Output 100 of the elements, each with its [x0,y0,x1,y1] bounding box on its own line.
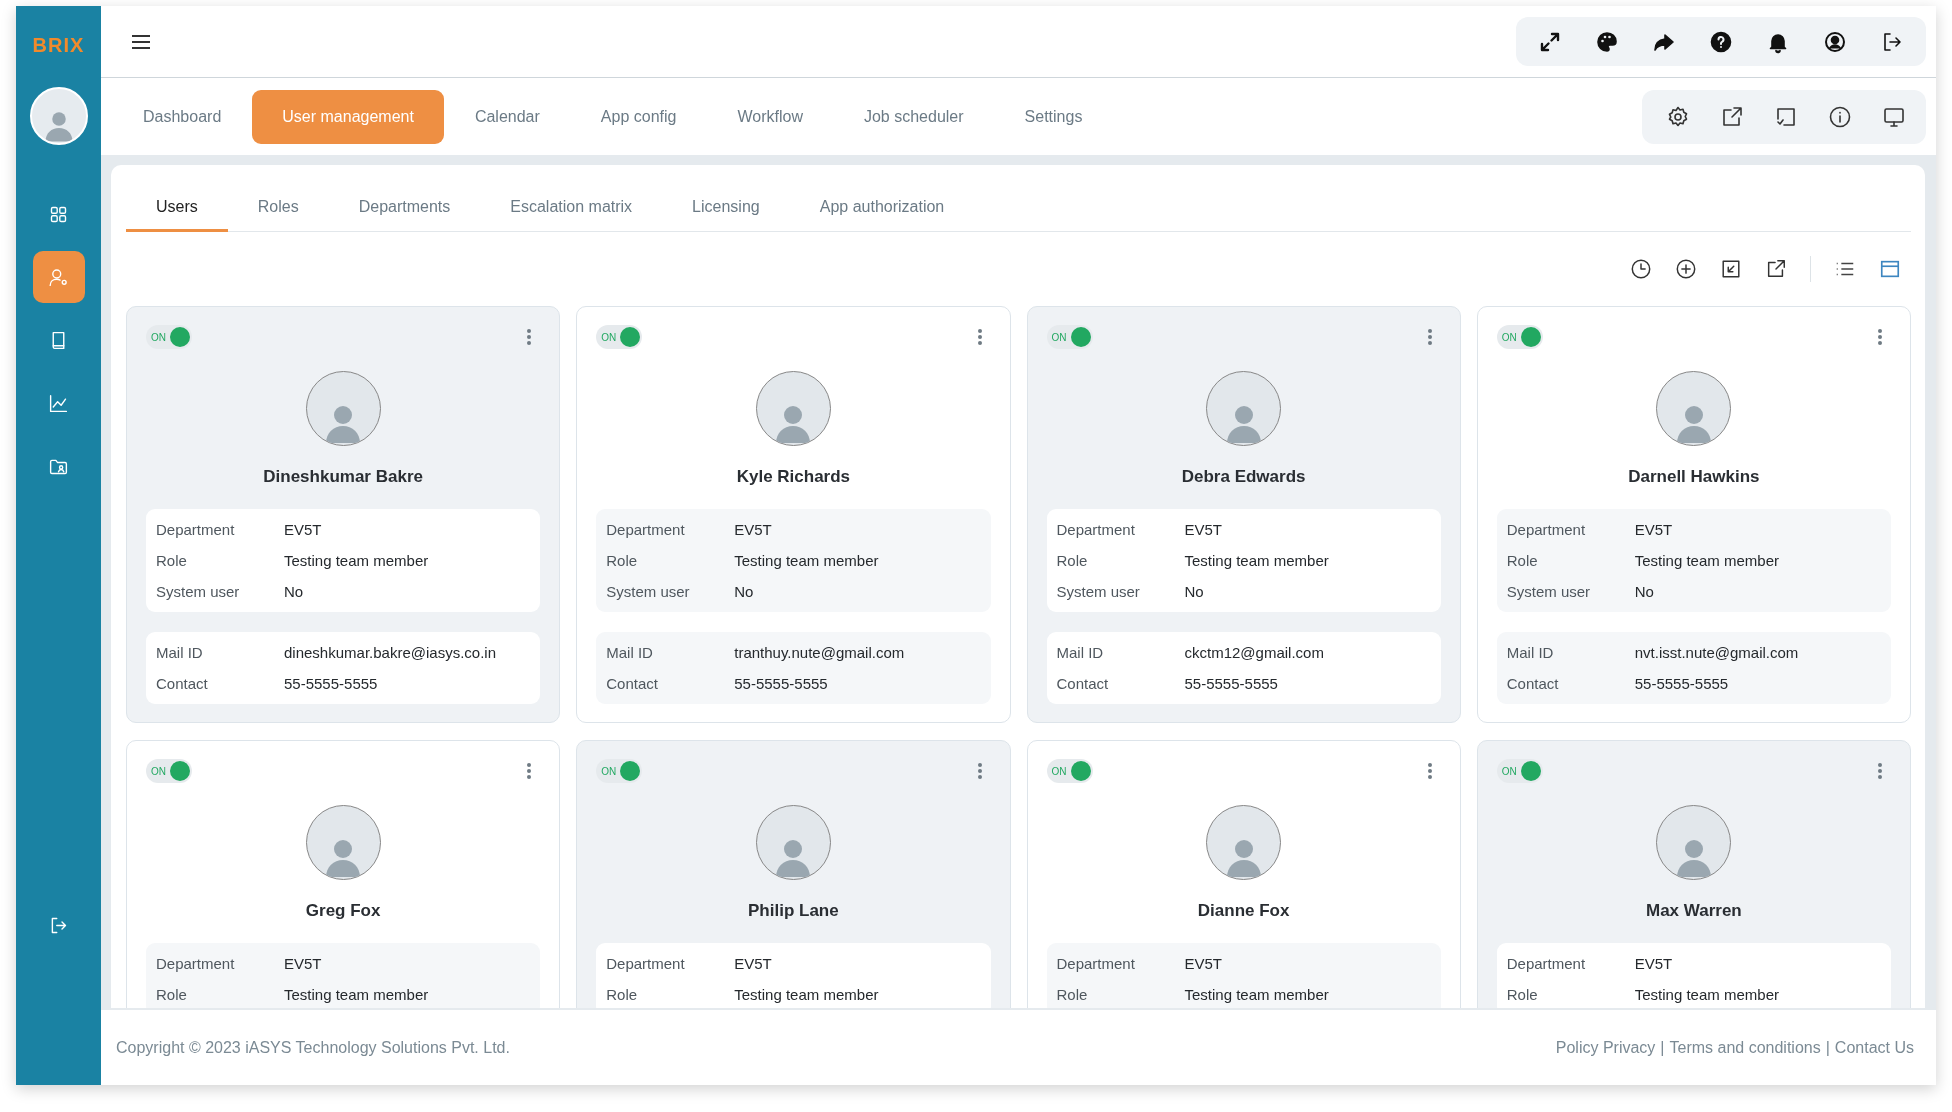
field-label: Contact [1506,675,1560,692]
field-label: Department [156,955,236,972]
status-toggle[interactable]: ON [1496,759,1543,783]
nav-tab[interactable]: Calendar [444,89,570,144]
external-link-icon[interactable] [1720,104,1744,129]
copyright-text: Copyright © 2023 iASYS Technology Solutions Pvt. Ltd. [116,1038,510,1057]
field-label: Role [156,552,188,569]
external-link-icon[interactable] [1765,258,1787,280]
sidebar-item[interactable] [32,251,85,303]
field-label: Department [606,955,686,972]
field-label: Role [1506,986,1539,1003]
sub-tab[interactable]: Roles [227,198,329,232]
field-value: EV5T [1634,955,1674,972]
user-gear-icon[interactable] [48,266,69,288]
kebab-icon [1426,762,1433,780]
footer-link[interactable]: Contact Us [1834,1038,1914,1057]
clock-icon[interactable] [1630,258,1652,280]
status-toggle[interactable]: ON [146,325,192,349]
field-value: nvt.isst.nute@gmail.com [1634,644,1800,661]
sub-tab[interactable]: Users [126,198,228,232]
field-value: EV5T [1634,521,1674,538]
user-name: Debra Edwards [1180,466,1307,488]
nav-tab[interactable]: Workflow [707,89,833,144]
nav-tab[interactable]: App config [570,89,707,144]
user-name: Dianne Fox [1196,900,1291,922]
card-view-icon [1879,258,1901,280]
card-view-button[interactable] [1879,258,1901,280]
user-name: Greg Fox [304,900,382,922]
field-label: Mail ID [1056,644,1105,661]
field-label: Mail ID [156,644,204,661]
footer-link[interactable]: Policy Privacy [1555,1038,1656,1057]
sub-tab[interactable]: Departments [328,198,481,232]
status-toggle[interactable]: ON [1046,325,1093,349]
profile-avatar[interactable] [29,87,88,145]
field-value: dineshkumar.bakre@iasys.co.in [284,644,497,661]
field-label: Department [1506,521,1587,538]
status-toggle[interactable]: ON [596,325,643,349]
help-icon[interactable] [1709,29,1733,54]
field-value: No [1184,583,1205,600]
account-icon[interactable] [1823,29,1847,54]
kebab-icon [1877,328,1883,346]
field-label: Department [1506,955,1587,972]
kebab-icon [526,328,533,346]
nav-tab[interactable]: User management [252,89,444,144]
field-value: Testing team member [734,552,880,569]
field-label: System user [1056,583,1141,600]
link-separator: | [1825,1038,1830,1057]
field-label: Department [1056,521,1136,538]
status-toggle[interactable]: ON [146,759,192,783]
status-toggle[interactable]: ON [1046,759,1093,783]
field-label: Role [1056,986,1089,1003]
field-label: Contact [1056,675,1110,692]
settings-icon[interactable] [1666,104,1690,129]
user-name: Dineshkumar Bakre [262,466,424,488]
footer-link[interactable]: Terms and conditions [1669,1038,1821,1057]
field-value: EV5T [734,521,773,538]
status-toggle[interactable]: ON [596,759,643,783]
field-value: 55-5555-5555 [1184,675,1279,692]
info-icon[interactable] [1828,104,1852,129]
menu-icon [131,33,151,50]
user-name: Philip Lane [747,900,840,922]
chart-icon[interactable] [48,392,69,414]
link-separator: | [1660,1038,1665,1057]
field-value: Testing team member [734,986,880,1003]
field-label: Role [1056,552,1089,569]
field-label: System user [1506,583,1592,600]
kebab-icon [976,328,983,346]
sub-tab[interactable]: Licensing [662,198,790,232]
nav-tab[interactable]: Settings [994,89,1113,144]
logo: BRIX [32,34,85,57]
field-value: Testing team member [284,552,430,569]
sub-tab[interactable]: Escalation matrix [480,198,663,232]
field-value: No [1634,583,1655,600]
field-label: Role [156,986,188,1003]
field-label: Mail ID [606,644,654,661]
user-name: Max Warren [1645,900,1743,922]
import-icon[interactable] [1720,258,1742,280]
field-value: tranthuy.nute@gmail.com [734,644,906,661]
field-label: Contact [156,675,209,692]
kebab-icon [526,762,533,780]
field-value: EV5T [1184,955,1223,972]
field-label: Role [1506,552,1539,569]
palette-icon[interactable] [1595,29,1619,54]
field-value: EV5T [734,955,773,972]
field-value: EV5T [284,955,323,972]
nav-tab[interactable]: Dashboard [113,89,252,144]
kebab-icon [1426,328,1433,346]
field-label: Role [606,986,639,1003]
sub-tab[interactable]: App authorization [789,198,975,232]
field-label: Contact [606,675,659,692]
user-name: Darnell Hawkins [1627,466,1761,488]
field-value: 55-5555-5555 [1634,675,1730,692]
kebab-icon [976,762,983,780]
add-circle-icon[interactable] [1675,258,1697,280]
nav-tab[interactable]: Job scheduler [833,89,994,144]
field-label: Role [606,552,639,569]
kebab-icon [1877,762,1883,780]
field-value: EV5T [284,521,323,538]
status-toggle[interactable]: ON [1496,325,1543,349]
field-label: Department [156,521,236,538]
